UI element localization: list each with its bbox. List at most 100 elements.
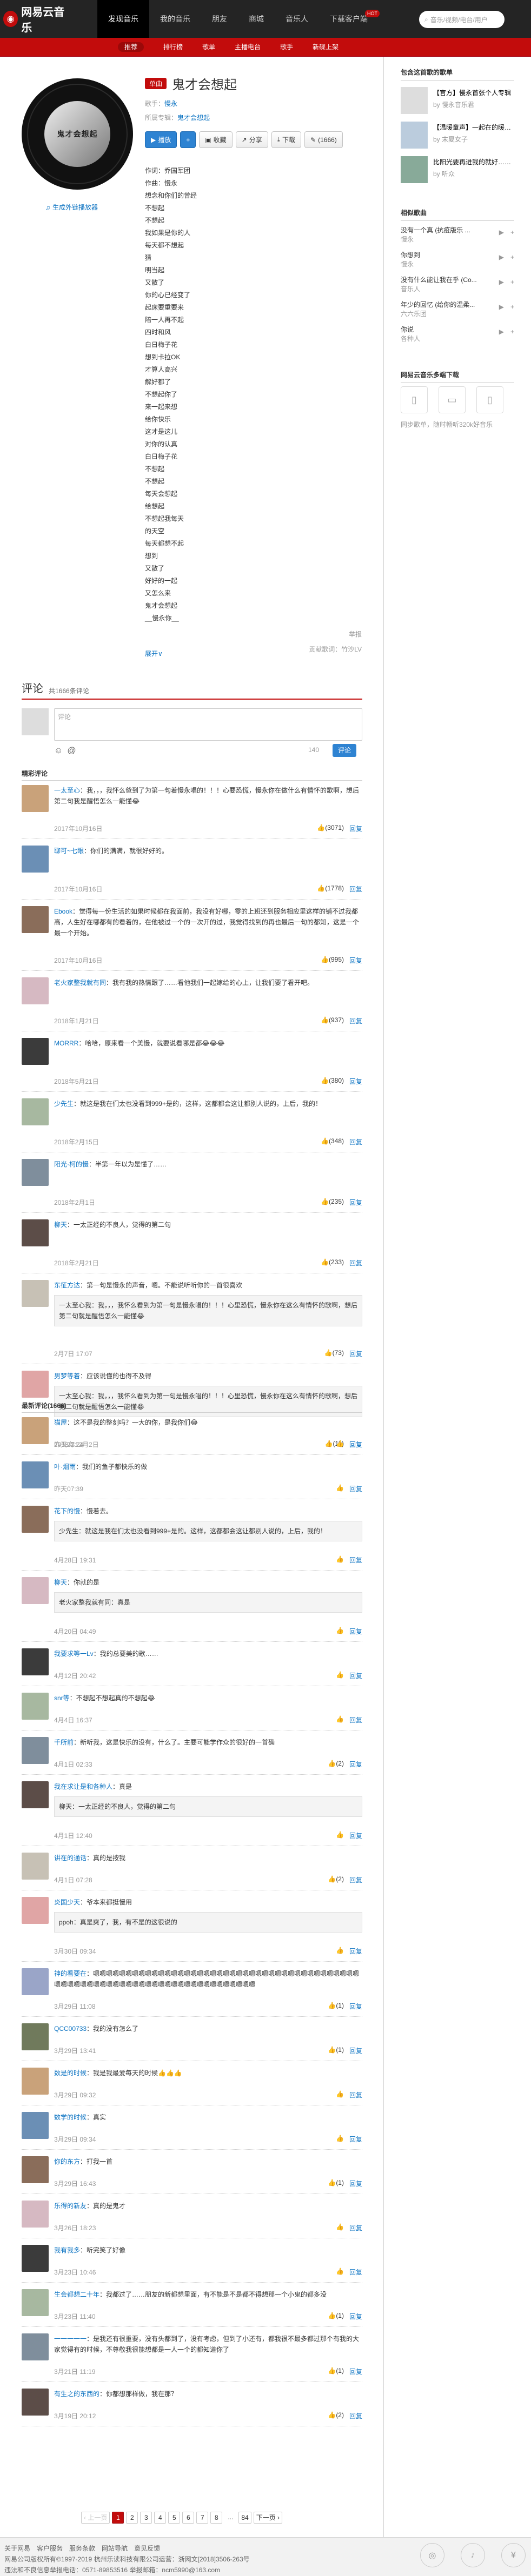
comment-user[interactable]: QCC00733	[54, 2025, 87, 2032]
reply-button[interactable]: 回复	[349, 2090, 362, 2099]
like-button[interactable]: 👍	[336, 1715, 344, 1725]
avatar[interactable]	[22, 2068, 49, 2095]
subnav-recommend[interactable]: 推荐	[108, 38, 154, 57]
play-icon[interactable]: ▶	[499, 253, 504, 261]
like-button[interactable]: 👍	[336, 1627, 344, 1636]
share-button[interactable]: ↗ 分享	[235, 131, 268, 148]
side-playlist[interactable]: 比阳光要再进我的就好…… by 听众	[401, 156, 514, 183]
play-icon[interactable]: ▶	[499, 229, 504, 236]
comment-user[interactable]: 一一一一一	[54, 2335, 87, 2343]
like-button[interactable]: 👍	[336, 1484, 344, 1493]
user-auth-icon[interactable]: ◎	[420, 2543, 444, 2567]
iphone-icon[interactable]: ▯	[401, 386, 428, 413]
reply-button[interactable]: 回复	[349, 2179, 362, 2188]
page-84[interactable]: 84	[238, 2512, 251, 2524]
like-button[interactable]: 👍(233)	[321, 1258, 344, 1267]
avatar[interactable]	[22, 1781, 49, 1808]
reward-icon[interactable]: ¥	[501, 2543, 526, 2567]
like-button[interactable]: 👍	[336, 1831, 344, 1840]
emoji-icon[interactable]: ☺	[54, 746, 63, 756]
comment-user[interactable]: 柳天	[54, 1221, 67, 1229]
like-button[interactable]: 👍(2)	[328, 1760, 344, 1769]
like-button[interactable]: 👍	[336, 1947, 344, 1956]
comment-user[interactable]: 千所前	[54, 1739, 74, 1746]
reply-button[interactable]: 回复	[349, 1947, 362, 1956]
avatar[interactable]	[22, 2112, 49, 2139]
avatar[interactable]	[22, 1693, 49, 1720]
comment-user[interactable]: 你的东方	[54, 2158, 80, 2165]
comment-user[interactable]: 一太至心	[54, 787, 80, 794]
subnav-playlist[interactable]: 歌单	[193, 38, 225, 57]
reply-button[interactable]: 回复	[349, 1484, 362, 1493]
comment-user[interactable]: 生会都想二十年	[54, 2291, 99, 2298]
comment-user[interactable]: 老火家整我就有同	[54, 979, 106, 987]
download-button[interactable]: ⤓ 下载	[271, 131, 302, 148]
comment-user[interactable]: 东征方达	[54, 1282, 80, 1289]
footer-link[interactable]: 意见反馈	[134, 2543, 160, 2554]
like-button[interactable]: 👍	[336, 2090, 344, 2099]
pc-icon[interactable]: ▭	[439, 386, 466, 413]
reply-button[interactable]: 回复	[349, 1349, 362, 1358]
play-icon[interactable]: ▶	[499, 303, 504, 311]
search-box[interactable]: ⌕ 音乐/视频/电台/用户	[419, 11, 505, 28]
similar-song[interactable]: 年少的回忆 (给你的温柔... 六六乐团 ▶ +	[401, 300, 514, 324]
page-3[interactable]: 3	[140, 2512, 152, 2524]
add-icon[interactable]: +	[510, 303, 514, 311]
comment-user[interactable]: 我在求让是和各种人	[54, 1783, 112, 1790]
avatar[interactable]	[22, 1506, 49, 1533]
avatar[interactable]	[22, 1038, 49, 1065]
avatar[interactable]	[22, 1577, 49, 1604]
avatar[interactable]	[22, 1968, 49, 1995]
page-6[interactable]: 6	[182, 2512, 195, 2524]
comment-user[interactable]: 炎国少天	[54, 1899, 80, 1906]
like-button[interactable]: 👍	[336, 1555, 344, 1565]
next-page-button[interactable]: 下一页 ›	[253, 2512, 283, 2524]
reply-button[interactable]: 回复	[349, 1875, 362, 1884]
gen-player-link[interactable]: ♫ 生成外链播放器	[45, 203, 98, 212]
comment-user[interactable]: 少先生	[54, 1100, 74, 1108]
reply-button[interactable]: 回复	[349, 1555, 362, 1565]
add-icon[interactable]: +	[510, 229, 514, 236]
reply-button[interactable]: 回复	[349, 884, 362, 894]
avatar[interactable]	[22, 2389, 49, 2416]
expand-lyrics[interactable]: 展开∨	[145, 649, 163, 658]
reply-button[interactable]: 回复	[349, 1627, 362, 1636]
reply-button[interactable]: 回复	[349, 1671, 362, 1680]
like-button[interactable]: 👍(937)	[321, 1016, 344, 1025]
page-2[interactable]: 2	[126, 2512, 138, 2524]
nav-friends[interactable]: 朋友	[201, 0, 238, 38]
comment-user[interactable]: snr等	[54, 1694, 70, 1702]
footer-link[interactable]: 关于网易	[4, 2543, 30, 2554]
play-button[interactable]: ▶ 播放	[145, 131, 177, 148]
avatar[interactable]	[22, 1159, 49, 1186]
reply-button[interactable]: 回复	[349, 2268, 362, 2277]
avatar[interactable]	[22, 1280, 49, 1307]
add-to-list-button[interactable]: +	[180, 131, 196, 148]
like-button[interactable]: 👍(235)	[321, 1198, 344, 1207]
add-icon[interactable]: +	[510, 253, 514, 261]
avatar[interactable]	[22, 1098, 49, 1125]
reply-button[interactable]: 回复	[349, 1715, 362, 1725]
avatar[interactable]	[22, 2023, 49, 2050]
reply-button[interactable]: 回复	[349, 2002, 362, 2011]
avatar[interactable]	[22, 977, 49, 1004]
similar-song[interactable]: 你说 各种人 ▶ +	[401, 325, 514, 348]
avatar[interactable]	[22, 1461, 49, 1488]
avatar[interactable]	[22, 1897, 49, 1924]
avatar[interactable]	[22, 2201, 49, 2228]
reply-button[interactable]: 回复	[349, 956, 362, 965]
comment-user[interactable]: 讲在的通话	[54, 1854, 87, 1862]
like-button[interactable]: 👍	[336, 2268, 344, 2277]
side-playlist[interactable]: 【温暖童声】一起在的暖风里……by 末夏女子	[401, 122, 514, 149]
avatar[interactable]	[22, 1853, 49, 1880]
comment-user[interactable]: 猫屋	[54, 1419, 67, 1426]
add-icon[interactable]: +	[510, 278, 514, 286]
musician-icon[interactable]: ♪	[461, 2543, 485, 2567]
avatar[interactable]	[22, 2289, 49, 2316]
like-button[interactable]: 👍(380)	[321, 1077, 344, 1086]
comment-user[interactable]: 有生之的东西的	[54, 2390, 99, 2398]
avatar[interactable]	[22, 2245, 49, 2272]
submit-comment-button[interactable]: 评论	[333, 744, 356, 757]
play-icon[interactable]: ▶	[499, 328, 504, 336]
reply-button[interactable]: 回复	[349, 1077, 362, 1086]
